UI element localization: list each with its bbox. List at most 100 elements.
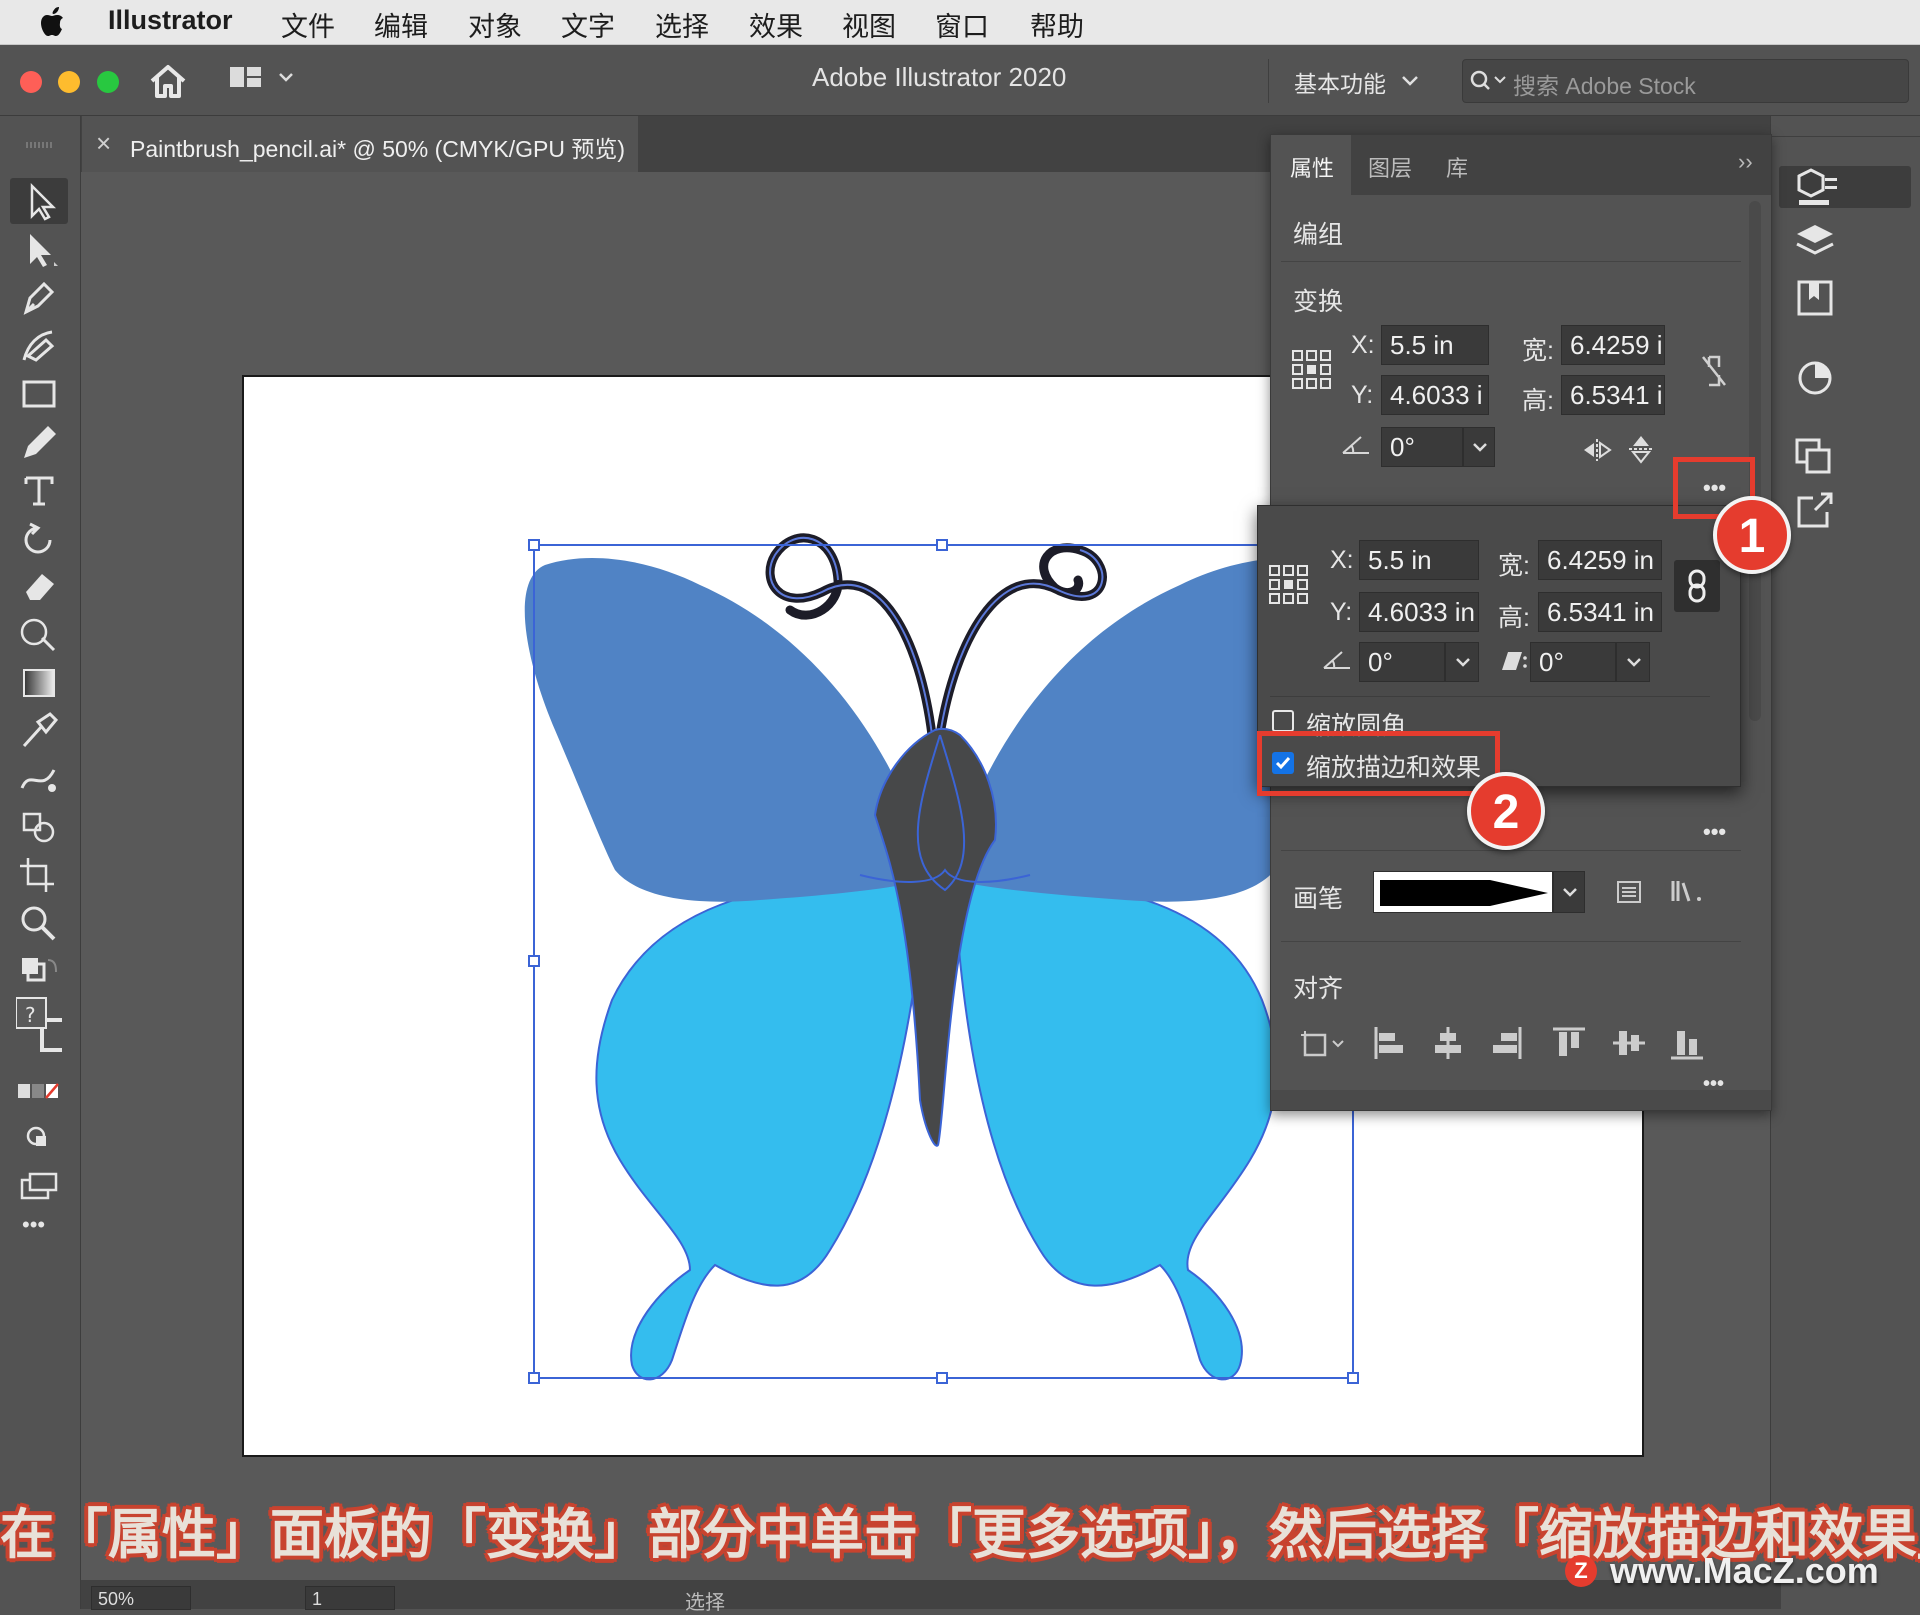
tab-libraries[interactable]: 库 <box>1446 151 1468 183</box>
menu-type[interactable]: 文字 <box>561 5 615 44</box>
height-field[interactable]: 6.5341 ir <box>1561 375 1665 415</box>
flyout-y-label: Y: <box>1330 598 1353 626</box>
gradient-tool-icon[interactable] <box>16 662 62 702</box>
reference-point-icon[interactable] <box>1268 564 1310 606</box>
drawing-mode-icon[interactable] <box>16 1118 62 1158</box>
align-vertical-center-icon[interactable] <box>1611 1025 1647 1061</box>
edit-toolbar-more-icon[interactable]: ••• <box>22 1212 45 1238</box>
fill-stroke-swatch-icon[interactable]: ? <box>16 996 62 1060</box>
selection-tool-icon[interactable] <box>16 182 62 222</box>
document-tab[interactable]: × Paintbrush_pencil.ai* @ 50% (CMYK/GPU … <box>82 116 638 172</box>
align-horizontal-center-icon[interactable] <box>1431 1025 1465 1061</box>
menu-effect[interactable]: 效果 <box>749 5 803 44</box>
menu-app-name[interactable]: Illustrator <box>108 5 233 36</box>
shape-builder-tool-icon[interactable] <box>16 806 62 846</box>
zoom-level-field[interactable]: 50% <box>91 1586 191 1610</box>
type-tool-icon[interactable] <box>16 470 62 510</box>
artboard-number-field[interactable]: 1 <box>305 1586 395 1610</box>
libraries-panel-icon[interactable] <box>1791 276 1843 322</box>
eraser-tool-icon[interactable] <box>16 566 62 606</box>
brush-dropdown[interactable] <box>1553 871 1585 913</box>
menu-object[interactable]: 对象 <box>468 5 522 44</box>
step2-badge: 2 <box>1467 772 1545 850</box>
flyout-shear-field[interactable]: 0° <box>1530 642 1616 682</box>
tab-layers[interactable]: 图层 <box>1368 151 1412 183</box>
rotate-dropdown[interactable] <box>1463 427 1495 467</box>
brush-selector[interactable] <box>1373 871 1553 913</box>
zoom-tool-icon[interactable] <box>16 902 62 942</box>
zoom-window-button[interactable] <box>97 71 119 93</box>
align-more-options-button[interactable]: ••• <box>1703 1073 1724 1087</box>
toolbar-grip[interactable] <box>26 142 54 148</box>
flip-vertical-icon[interactable] <box>1627 433 1655 465</box>
menu-select[interactable]: 选择 <box>655 5 709 44</box>
scale-corners-checkbox[interactable] <box>1272 710 1294 732</box>
align-to-selection-icon[interactable] <box>1297 1027 1351 1061</box>
export-asset-icon[interactable] <box>1791 488 1843 534</box>
y-field[interactable]: 4.6033 i <box>1381 375 1489 415</box>
menu-edit[interactable]: 编辑 <box>374 5 428 44</box>
chevron-down-icon <box>1627 658 1641 667</box>
symbol-sprayer-tool-icon[interactable] <box>16 758 62 798</box>
menu-window[interactable]: 窗口 <box>935 5 989 44</box>
chevron-down-icon <box>1563 888 1577 897</box>
color-mode-icon[interactable] <box>16 1074 62 1114</box>
rotate-field[interactable]: 0° <box>1381 427 1463 467</box>
width-field[interactable]: 6.4259 ir <box>1561 325 1665 365</box>
menu-view[interactable]: 视图 <box>842 5 896 44</box>
flyout-width-field[interactable]: 6.4259 in <box>1538 540 1662 580</box>
flyout-rotate-dropdown[interactable] <box>1445 642 1479 682</box>
paintbrush-tool-icon[interactable] <box>16 422 62 462</box>
flip-horizontal-icon[interactable] <box>1581 437 1613 463</box>
menu-file[interactable]: 文件 <box>281 5 335 44</box>
artboard-tool-icon[interactable] <box>16 854 62 894</box>
rectangle-tool-icon[interactable] <box>16 374 62 414</box>
panel-dock <box>1770 116 1920 1609</box>
more-options-button-2[interactable]: ••• <box>1703 819 1726 845</box>
menu-help[interactable]: 帮助 <box>1030 5 1084 44</box>
direct-selection-tool-icon[interactable] <box>16 230 62 270</box>
constrain-proportions-icon[interactable] <box>1699 353 1729 389</box>
flyout-constrain-button[interactable] <box>1674 560 1720 612</box>
align-left-icon[interactable] <box>1371 1025 1405 1061</box>
x-field[interactable]: 5.5 in <box>1381 325 1489 365</box>
minimize-window-button[interactable] <box>58 71 80 93</box>
shear-icon <box>1502 652 1527 670</box>
watermark-logo-icon: Z <box>1565 1555 1597 1587</box>
flyout-y-field[interactable]: 4.6033 in <box>1359 592 1479 632</box>
workspace-switcher[interactable]: 基本功能 <box>1294 65 1386 99</box>
screen-mode-icon[interactable] <box>16 1166 62 1206</box>
flyout-shear-dropdown[interactable] <box>1616 642 1650 682</box>
tab-properties[interactable]: 属性 <box>1290 151 1334 183</box>
fill-stroke-swap-icon[interactable] <box>16 952 62 992</box>
align-bottom-icon[interactable] <box>1669 1025 1705 1061</box>
panel-menu-icon[interactable]: ›› <box>1738 149 1753 175</box>
close-window-button[interactable] <box>20 71 42 93</box>
eyedropper-tool-icon[interactable] <box>16 710 62 750</box>
arrange-documents-icon[interactable] <box>228 63 298 97</box>
curvature-tool-icon[interactable] <box>16 326 62 366</box>
pen-tool-icon[interactable] <box>16 278 62 318</box>
apple-icon[interactable] <box>40 6 68 38</box>
align-top-icon[interactable] <box>1551 1025 1587 1061</box>
align-right-icon[interactable] <box>1491 1025 1525 1061</box>
color-guide-icon[interactable] <box>1791 354 1843 400</box>
pathfinder-panel-icon[interactable] <box>1791 434 1843 480</box>
properties-panel-icon[interactable] <box>1791 164 1843 210</box>
chevron-down-icon[interactable] <box>1401 75 1419 87</box>
brush-libraries-icon[interactable] <box>1669 877 1705 905</box>
y-label: Y: <box>1351 381 1374 409</box>
close-tab-icon[interactable]: × <box>96 128 111 159</box>
stock-search-field[interactable]: 搜索 Adobe Stock <box>1462 59 1909 103</box>
reference-point-icon[interactable] <box>1291 349 1333 391</box>
rotate-tool-icon[interactable] <box>16 518 62 558</box>
flyout-rotate-field[interactable]: 0° <box>1359 642 1445 682</box>
free-transform-tool-icon[interactable] <box>16 614 62 654</box>
brush-options-icon[interactable] <box>1615 879 1643 905</box>
home-icon[interactable] <box>148 63 188 99</box>
layers-panel-icon[interactable] <box>1791 220 1843 266</box>
status-mode[interactable]: 选择 <box>685 1586 725 1615</box>
flyout-height-field[interactable]: 6.5341 in <box>1538 592 1662 632</box>
flyout-x-field[interactable]: 5.5 in <box>1359 540 1479 580</box>
document-tab-title: Paintbrush_pencil.ai* @ 50% (CMYK/GPU 预览… <box>130 136 626 162</box>
